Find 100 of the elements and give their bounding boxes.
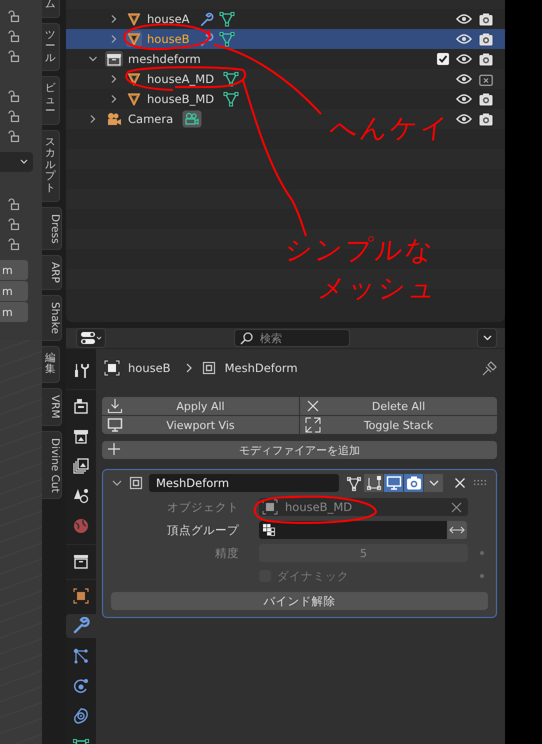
drag-handle-icon[interactable] [474, 480, 488, 486]
search-field[interactable]: 検索 [234, 329, 350, 347]
operator-button[interactable]: Viewport Vis [102, 416, 299, 434]
operator-button[interactable]: Apply All [102, 397, 299, 415]
camera-icon[interactable] [479, 112, 493, 126]
outliner-row[interactable]: houseB_MD [66, 89, 505, 109]
invert-button[interactable] [447, 521, 467, 539]
pin-icon[interactable] [482, 360, 497, 376]
lock-icon[interactable] [7, 110, 19, 122]
editor-type-button[interactable] [76, 328, 106, 348]
sidebar-tab[interactable]: VRM [42, 388, 62, 426]
dropdown[interactable] [424, 474, 443, 492]
sidebar-tab[interactable]: スカルプト [42, 130, 60, 202]
eye-icon[interactable] [456, 53, 472, 65]
outliner-row[interactable]: houseB [66, 29, 505, 49]
eye-icon[interactable] [456, 93, 472, 105]
lock-icon[interactable] [7, 90, 19, 102]
eye-icon[interactable] [456, 73, 472, 85]
viewport-toggle[interactable] [384, 474, 403, 492]
mesh-data-icon[interactable] [223, 71, 240, 87]
eye-icon[interactable] [456, 33, 472, 45]
camera-icon[interactable] [479, 12, 493, 26]
chevron-icon[interactable] [88, 54, 98, 64]
lock-icon[interactable] [7, 130, 19, 142]
sidebar-tab[interactable]: 編集 [42, 346, 60, 383]
lock-icon[interactable] [7, 10, 19, 22]
mesh-data-icon[interactable] [218, 11, 235, 27]
chevron-icon[interactable] [111, 478, 123, 488]
render-icon [406, 475, 422, 491]
eye-icon[interactable] [456, 13, 472, 25]
lock-icon[interactable] [7, 238, 19, 250]
camera-icon[interactable] [479, 32, 493, 46]
mesh-data-icon[interactable] [223, 91, 240, 107]
modifiers-tab[interactable] [66, 614, 96, 638]
chevron-down-icon [20, 159, 28, 165]
lock-icon[interactable] [7, 50, 19, 62]
cage-icon [366, 475, 382, 491]
download-icon [107, 398, 123, 414]
cage-toggle[interactable] [364, 474, 383, 492]
vertex-group-icon [262, 523, 276, 537]
add-modifier-button[interactable]: モディファイアーを追加 [102, 441, 497, 459]
sidebar-tab[interactable]: ム [42, 0, 60, 18]
tool-icon [72, 362, 90, 380]
eye-icon[interactable] [456, 113, 472, 125]
chevron-icon[interactable] [109, 14, 119, 24]
modifier-icon [128, 475, 144, 491]
mesh-data-icon[interactable] [218, 31, 235, 47]
operator-button[interactable]: Delete All [300, 397, 497, 415]
viewport-icon [386, 475, 402, 491]
outliner-item-label: houseA [147, 12, 190, 26]
vertex-group-label: 頂点グループ [166, 522, 239, 538]
outliner-item-label: houseA_MD [147, 72, 214, 86]
checkbox[interactable] [437, 53, 449, 65]
render-icon [72, 397, 90, 415]
toggle-icon [80, 331, 102, 345]
mesh-object-icon [126, 11, 142, 27]
wrench-icon[interactable] [198, 32, 214, 46]
object-value: houseB_MD [285, 500, 352, 514]
keyframe-dot[interactable] [480, 574, 484, 578]
vertex-group-field[interactable] [259, 521, 447, 539]
options-dropdown[interactable] [477, 328, 497, 348]
operator-button[interactable]: Toggle Stack [300, 416, 497, 434]
close-icon[interactable] [454, 477, 466, 489]
sidebar-tab[interactable]: Divine Cut [42, 430, 62, 500]
unit-field[interactable]: m [0, 281, 28, 301]
unbind-button[interactable]: バインド解除 [111, 592, 488, 610]
sidebar-tab[interactable]: ビュー [42, 76, 60, 125]
lock-icon[interactable] [7, 30, 19, 42]
breadcrumb-label: MeshDeform [224, 361, 298, 375]
clear-icon[interactable] [451, 502, 462, 512]
chevron-icon[interactable] [109, 74, 119, 84]
unit-field[interactable]: m [0, 260, 28, 280]
wrench-icon[interactable] [198, 12, 214, 26]
modifier-name-field[interactable]: MeshDeform [149, 474, 339, 492]
breadcrumb-label: houseB [128, 361, 171, 375]
expand-icon [305, 417, 321, 433]
camera-icon[interactable] [479, 92, 493, 106]
sidebar-tab[interactable]: Shake [42, 294, 62, 341]
unit-field[interactable]: m [0, 302, 28, 322]
render-toggle[interactable] [404, 474, 423, 492]
camera-icon[interactable] [479, 52, 493, 66]
lock-icon[interactable] [7, 218, 19, 230]
keyframe-dot[interactable] [480, 551, 484, 555]
camera-data-icon[interactable] [182, 110, 202, 128]
chevron-icon[interactable] [109, 94, 119, 104]
outliner-row[interactable]: meshdeform [66, 49, 505, 69]
collection-icon [105, 51, 123, 67]
camera-off-icon[interactable] [479, 72, 493, 86]
physics-icon [72, 677, 90, 695]
view-layer-icon [72, 457, 90, 475]
sidebar-tab[interactable]: ツール [42, 22, 60, 72]
chevron-icon[interactable] [109, 34, 119, 44]
sidebar-tab[interactable]: ARP [42, 255, 62, 290]
sidebar-tab[interactable]: Dress [42, 206, 62, 250]
lock-icon[interactable] [7, 198, 19, 210]
scene-icon [72, 487, 90, 505]
outliner-row[interactable]: houseA [66, 9, 505, 29]
chevron-icon[interactable] [88, 114, 98, 124]
monitor-icon [107, 417, 123, 433]
handwritten-note: メッシュ [316, 272, 440, 306]
